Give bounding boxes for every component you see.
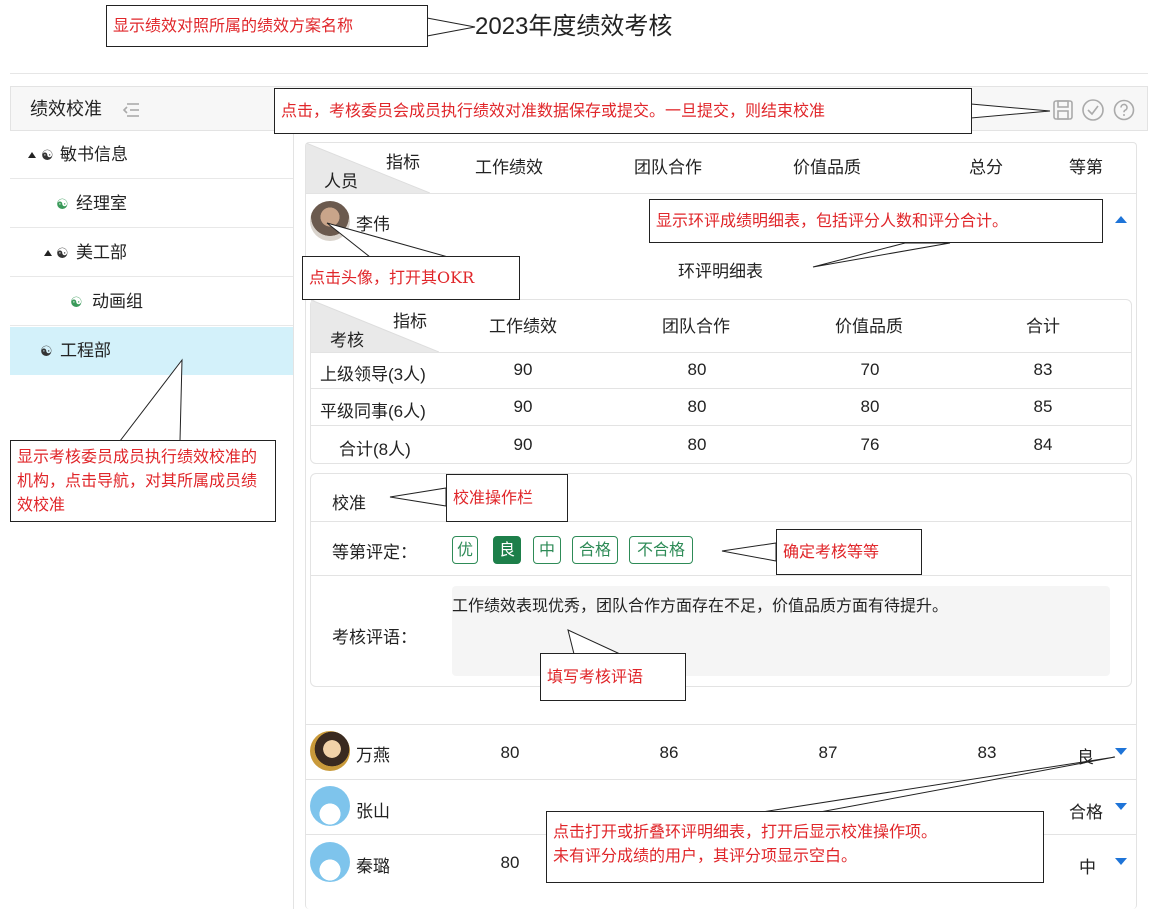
column-header: 等第: [1069, 158, 1103, 177]
corner-top-label: 指标: [386, 153, 420, 172]
expand-toggle-icon[interactable]: [1115, 803, 1127, 810]
detail-title: 环评明细表: [678, 262, 763, 281]
corner-bottom-label: 人员: [324, 172, 358, 191]
group-icon: ☯: [56, 245, 69, 261]
detail-cell: 80: [687, 360, 707, 379]
grade-value: 良: [1077, 748, 1094, 767]
detail-cell: 85: [1033, 397, 1053, 416]
expand-toggle-icon[interactable]: [1115, 858, 1127, 865]
detail-corner-top: 指标: [393, 312, 427, 331]
detail-cell: 83: [1033, 360, 1053, 379]
detail-column-header: 合计: [1026, 317, 1060, 336]
detail-cell: 90: [513, 360, 533, 379]
detail-column-header: 价值品质: [835, 317, 903, 336]
tree-item-label: 经理室: [76, 194, 127, 213]
group-icon: ☯: [41, 147, 54, 163]
annotation-toggle-line1: 点击打开或折叠环评明细表，打开后显示校准操作项。: [553, 822, 938, 841]
check-circle-icon[interactable]: [1081, 98, 1105, 122]
panel-title: 绩效校准: [30, 99, 102, 119]
annotation-scheme: 显示绩效对照所属的绩效方案名称: [106, 5, 428, 47]
tree-item-animation[interactable]: ☯ 动画组: [10, 278, 293, 326]
grade-label: 等第评定：: [332, 543, 417, 562]
annotation-detail: 显示环评成绩明细表，包括评分人数和评分合计。: [649, 199, 1103, 243]
help-circle-icon[interactable]: [1113, 99, 1135, 121]
title-divider: [10, 73, 1148, 74]
detail-cell: 80: [687, 397, 707, 416]
grade-option-good[interactable]: 良: [493, 536, 521, 564]
score-cell: 80: [500, 853, 520, 872]
tree-item-label: 敏书信息: [60, 145, 128, 164]
detail-cell: 80: [687, 435, 707, 454]
avatar[interactable]: [310, 786, 350, 826]
score-cell: 86: [659, 743, 679, 762]
grade-value: 合格: [1069, 803, 1103, 822]
collapse-icon[interactable]: [121, 101, 141, 119]
tree-item-minshu[interactable]: ☯ 敏书信息: [10, 131, 293, 179]
detail-cell: 90: [513, 435, 533, 454]
annotation-comment: 填写考核评语: [540, 653, 686, 701]
annotation-org: 显示考核委员成员执行绩效校准的机构，点击导航，对其所属成员绩效校准: [10, 440, 276, 522]
expand-caret-icon[interactable]: [28, 152, 36, 158]
column-header: 工作绩效: [475, 158, 543, 177]
detail-corner-bottom: 考核: [330, 331, 364, 350]
detail-row-label: 上级领导(3人): [320, 365, 426, 384]
tree-item-manager-office[interactable]: ☯ 经理室: [10, 180, 293, 228]
team-icon: ☯: [70, 294, 83, 310]
calibration-title: 校准: [332, 494, 366, 513]
column-header: 团队合作: [634, 158, 702, 177]
detail-cell: 80: [860, 397, 880, 416]
annotation-avatar: 点击头像，打开其OKR: [302, 256, 520, 300]
person-name: 秦璐: [356, 857, 390, 876]
avatar[interactable]: [310, 201, 350, 241]
grade-option-fail[interactable]: 不合格: [629, 536, 693, 564]
collapse-toggle-icon[interactable]: [1115, 216, 1127, 223]
grade-option-medium[interactable]: 中: [533, 536, 561, 564]
detail-cell: 90: [513, 397, 533, 416]
team-icon: ☯: [56, 196, 69, 212]
tree-item-art[interactable]: ☯ 美工部: [10, 229, 293, 277]
group-icon: ☯: [40, 343, 53, 359]
annotation-toggle-line2: 未有评分成绩的用户，其评分项显示空白。: [553, 846, 858, 865]
expand-caret-icon[interactable]: [44, 250, 52, 256]
detail-cell: 76: [860, 435, 880, 454]
save-icon[interactable]: [1052, 99, 1074, 121]
tree-item-label: 美工部: [76, 243, 127, 262]
tree-item-engineering[interactable]: ☯ 工程部: [10, 327, 293, 375]
expand-toggle-icon[interactable]: [1115, 748, 1127, 755]
grade-option-excellent[interactable]: 优: [452, 536, 478, 564]
person-name: 李伟: [356, 215, 390, 234]
detail-row-label: 平级同事(6人): [320, 402, 426, 421]
score-cell: 80: [500, 743, 520, 762]
annotation-bar: 校准操作栏: [446, 474, 568, 522]
grade-option-pass[interactable]: 合格: [572, 536, 618, 564]
column-header: 价值品质: [793, 158, 861, 177]
detail-row-label: 合计(8人): [339, 440, 411, 459]
annotation-submit: 点击，考核委员会成员执行绩效对准数据保存或提交。一旦提交，则结束校准: [274, 88, 972, 134]
detail-cell: 84: [1033, 435, 1053, 454]
tree-item-label: 动画组: [92, 292, 143, 311]
detail-column-header: 团队合作: [662, 317, 730, 336]
page-title: 2023年度绩效考核: [475, 13, 673, 40]
grade-value: 中: [1079, 858, 1096, 877]
annotation-grade: 确定考核等等: [776, 529, 922, 575]
avatar[interactable]: [310, 731, 350, 771]
comment-label: 考核评语：: [332, 628, 417, 647]
avatar[interactable]: [310, 842, 350, 882]
score-cell: 87: [818, 743, 838, 762]
person-name: 张山: [356, 802, 390, 821]
tree-item-label: 工程部: [60, 341, 111, 360]
annotation-toggle: 点击打开或折叠环评明细表，打开后显示校准操作项。 未有评分成绩的用户，其评分项显…: [546, 811, 1044, 883]
score-cell: 83: [977, 743, 997, 762]
detail-column-header: 工作绩效: [489, 317, 557, 336]
detail-cell: 70: [860, 360, 880, 379]
column-header: 总分: [969, 158, 1003, 177]
person-name: 万燕: [356, 746, 390, 765]
